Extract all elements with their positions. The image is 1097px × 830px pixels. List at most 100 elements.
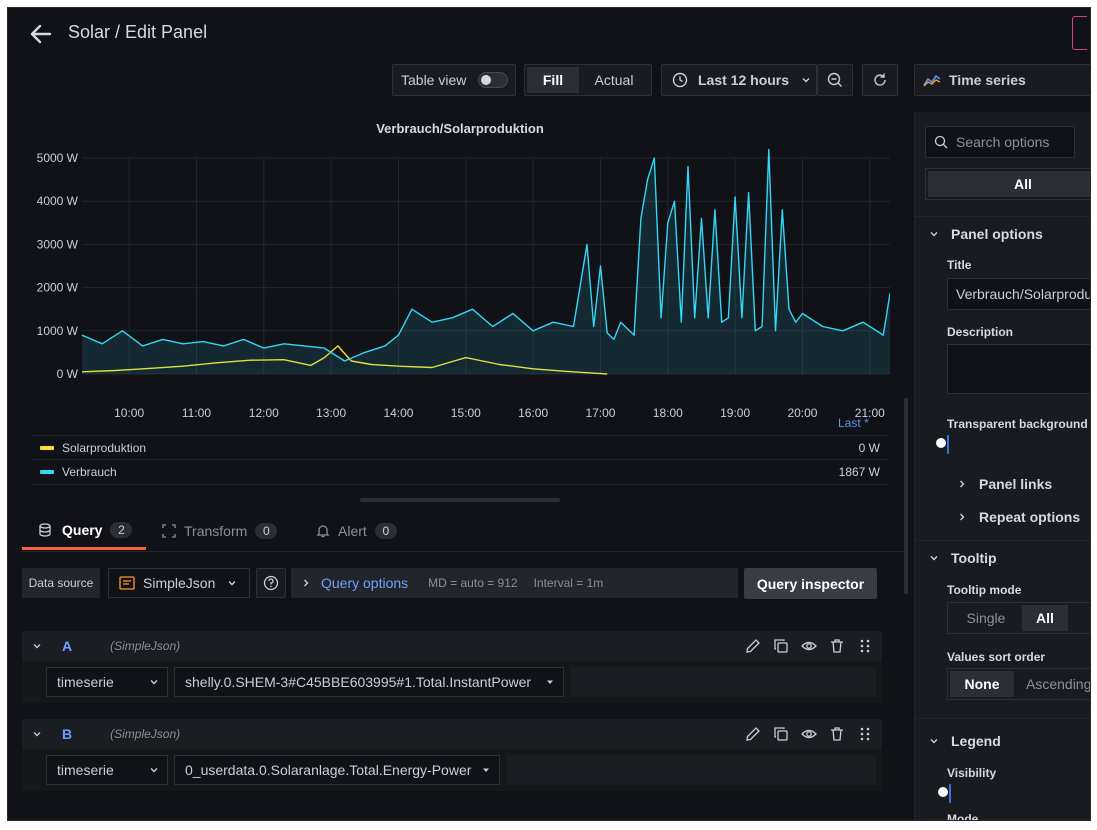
table-view-toggle[interactable]	[478, 72, 509, 88]
query-row-header-a[interactable]: A (SimpleJson)	[22, 631, 882, 661]
chevron-down-icon	[228, 581, 236, 586]
fill-actual-group: Fill Actual	[524, 64, 652, 96]
title-input[interactable]: Verbrauch/Solarproduktion	[947, 278, 1090, 310]
query-inspector-button[interactable]: Query inspector	[744, 568, 877, 599]
repeat-options-header[interactable]: Repeat options	[957, 509, 1080, 525]
query-target-value: 0_userdata.0.Solaranlage.Total.Energy-Po…	[185, 762, 472, 778]
tab-transform-count: 0	[255, 523, 278, 539]
search-icon	[934, 135, 948, 149]
trash-icon[interactable]	[828, 637, 846, 655]
search-options-input[interactable]: Search options	[925, 126, 1075, 158]
visualization-picker[interactable]: Time series	[914, 64, 1090, 96]
time-series-chart[interactable]: 0 W 1000 W 2000 W 3000 W 4000 W 5000 W 10:00 11…	[32, 138, 890, 438]
x-tick-label: 12:00	[249, 406, 279, 420]
pencil-icon[interactable]	[744, 637, 762, 655]
chevron-right-icon	[960, 480, 965, 488]
legend-name: Solarproduktion	[62, 441, 147, 455]
values-sort-none[interactable]: None	[950, 671, 1014, 697]
query-row-header-b[interactable]: B (SimpleJson)	[22, 719, 882, 749]
query-source: (SimpleJson)	[110, 639, 181, 653]
tooltip-mode-single[interactable]: Single	[950, 610, 1022, 626]
time-range-label: Last 12 hours	[698, 72, 790, 88]
drag-handle-icon[interactable]	[856, 637, 874, 655]
x-tick-label: 16:00	[518, 406, 548, 420]
transparent-background-label: Transparent background	[947, 417, 1088, 431]
legend-item-solarproduktion[interactable]: Solarproduktion 0 W	[32, 435, 888, 460]
panel-links-header[interactable]: Panel links	[957, 476, 1052, 492]
panel-options-label: Panel options	[951, 226, 1043, 242]
query-target-select[interactable]: shelly.0.SHEM-3#C45BBE603995#1.Total.Ins…	[174, 667, 564, 697]
tabs-divider	[22, 551, 906, 552]
arrow-left-icon[interactable]	[30, 24, 52, 44]
tooltip-header[interactable]: Tooltip	[929, 550, 997, 566]
legend-item-verbrauch[interactable]: Verbrauch 1867 W	[32, 459, 888, 485]
bell-icon	[316, 525, 330, 538]
eye-icon[interactable]	[800, 637, 818, 655]
description-textarea[interactable]	[947, 344, 1090, 394]
tab-alert[interactable]: Alert 0	[316, 512, 397, 550]
query-ref: A	[62, 638, 73, 654]
chevron-down-icon	[930, 739, 938, 744]
fill-button[interactable]: Fill	[527, 67, 579, 93]
pane-resize-handle[interactable]	[360, 498, 560, 502]
panel-editor: Solar / Edit Panel Table view Fill Actua…	[8, 8, 1090, 820]
x-tick-label: 14:00	[383, 406, 413, 420]
divider	[915, 216, 1090, 217]
divider	[915, 540, 1090, 541]
query-options-bar[interactable]: Query options MD = auto = 912 Interval =…	[291, 568, 738, 598]
query-type-select[interactable]: timeserie	[46, 755, 168, 785]
options-filter-all[interactable]: All	[925, 168, 1090, 200]
copy-icon[interactable]	[772, 637, 790, 655]
tooltip-mode-all[interactable]: All	[1022, 605, 1068, 631]
legend-header[interactable]: Legend	[929, 733, 1001, 749]
y-tick-label: 1000 W	[37, 324, 79, 338]
copy-icon[interactable]	[772, 725, 790, 743]
divider	[915, 718, 1090, 719]
chevron-down-icon[interactable]	[32, 641, 42, 651]
x-tick-label: 13:00	[316, 406, 346, 420]
query-row-filler	[506, 755, 876, 785]
drag-handle-icon[interactable]	[856, 725, 874, 743]
tab-query-label: Query	[62, 521, 103, 538]
zoom-out-button[interactable]	[817, 64, 853, 96]
tab-transform-label: Transform	[184, 523, 248, 539]
legend-visibility-toggle[interactable]	[938, 784, 951, 803]
visualization-label: Time series	[949, 72, 1026, 88]
description-label: Description	[947, 325, 1014, 339]
tab-transform[interactable]: Transform 0	[162, 512, 278, 550]
query-inspector-label: Query inspector	[756, 575, 865, 592]
eye-icon[interactable]	[800, 725, 818, 743]
x-tick-label: 10:00	[114, 406, 144, 420]
transform-icon	[162, 524, 176, 538]
refresh-button[interactable]	[862, 64, 898, 96]
options-filter-all-label: All	[928, 171, 1090, 197]
chevron-down-icon[interactable]	[32, 729, 42, 739]
tab-alert-count: 0	[374, 523, 397, 539]
simplejson-icon	[119, 576, 135, 590]
query-type-value: timeserie	[57, 674, 114, 690]
legend-swatch	[40, 470, 54, 474]
data-source-select[interactable]: SimpleJson	[108, 568, 250, 598]
visibility-label: Visibility	[947, 766, 997, 780]
caret-down-icon	[483, 768, 489, 772]
legend-swatch	[40, 446, 54, 450]
table-view-control[interactable]: Table view	[392, 64, 516, 96]
close-edge	[1072, 16, 1087, 50]
panel-options-header[interactable]: Panel options	[929, 226, 1043, 242]
query-row-body-b: timeserie 0_userdata.0.Solaranlage.Total…	[22, 749, 882, 791]
tab-alert-label: Alert	[338, 523, 367, 539]
query-row-body-a: timeserie shelly.0.SHEM-3#C45BBE603995#1…	[22, 661, 882, 703]
query-target-select[interactable]: 0_userdata.0.Solaranlage.Total.Energy-Po…	[174, 755, 500, 785]
time-range-picker[interactable]: Last 12 hours	[661, 64, 817, 96]
query-pane-scrollbar[interactable]	[904, 398, 908, 594]
query-type-select[interactable]: timeserie	[46, 667, 168, 697]
tab-query[interactable]: Query 2	[22, 512, 146, 550]
query-type-value: timeserie	[57, 762, 114, 778]
transparent-background-toggle[interactable]	[936, 435, 949, 454]
values-sort-ascending[interactable]: Ascending	[1026, 676, 1090, 692]
pencil-icon[interactable]	[744, 725, 762, 743]
actual-button[interactable]: Actual	[579, 67, 649, 93]
data-source-help-button[interactable]	[256, 568, 286, 598]
values-sort-order-label: Values sort order	[947, 650, 1046, 664]
trash-icon[interactable]	[828, 725, 846, 743]
